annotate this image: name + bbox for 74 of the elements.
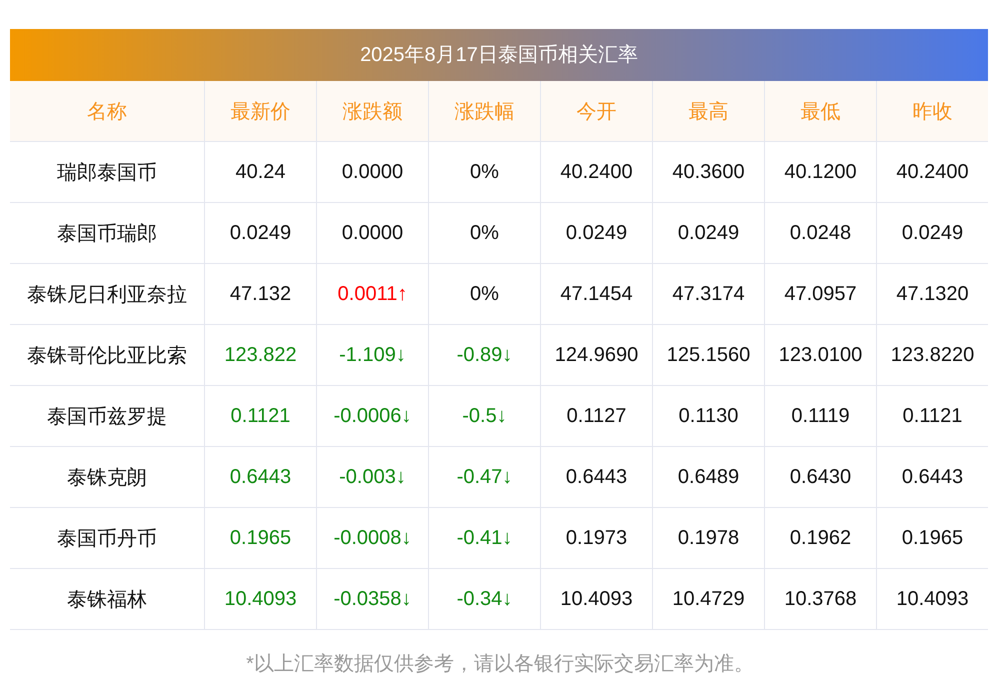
table-cell: 124.9690: [541, 325, 653, 385]
table-cell: -0.89↓: [429, 325, 541, 385]
table-cell: 0.0000: [317, 203, 429, 263]
table-cell: 0%: [429, 203, 541, 263]
table-cell-text: 0.1965: [900, 526, 964, 550]
table-cell: 泰铢福林: [10, 569, 205, 629]
table-cell: 47.0957: [765, 264, 877, 324]
table-cell: 0.1130: [653, 386, 765, 446]
table-cell: 0.0000: [317, 142, 429, 202]
table-cell: 0.0249: [653, 203, 765, 263]
table-cell: 0.0248: [765, 203, 877, 263]
table-cell: 40.1200: [765, 142, 877, 202]
table-cell: 40.2400: [541, 142, 653, 202]
table-cell: 47.3174: [653, 264, 765, 324]
column-header: 涨跌额: [317, 81, 429, 141]
table-cell: 0.1121: [205, 386, 317, 446]
column-header: 今开: [541, 81, 653, 141]
footnote: *以上汇率数据仅供参考，请以各银行实际交易汇率为准。: [245, 652, 755, 677]
table-cell: 0.1127: [541, 386, 653, 446]
table-cell: -0.0358↓: [317, 569, 429, 629]
table-cell: 0.1978: [653, 508, 765, 568]
table-cell: 0%: [429, 142, 541, 202]
table-cell: 10.4093: [541, 569, 653, 629]
column-header: 名称: [10, 81, 205, 141]
table-cell: -0.0006↓: [317, 386, 429, 446]
table-cell: 10.3768: [765, 569, 877, 629]
table-cell: 泰铢哥伦比亚比索: [10, 325, 205, 385]
table-cell: -0.0008↓: [317, 508, 429, 568]
table-cell: 0.6443: [541, 447, 653, 507]
table-cell: 40.24: [205, 142, 317, 202]
table-cell: 泰国币瑞郎: [10, 203, 205, 263]
table-cell-text: 10.4093: [895, 586, 970, 612]
table-cell: 40.3600: [653, 142, 765, 202]
table-cell-text: 0.6443: [900, 464, 964, 490]
table-cell: -0.003↓: [317, 447, 429, 507]
table-cell: -1.109↓: [317, 325, 429, 385]
table-cell: 125.1560: [653, 325, 765, 385]
table-cell: 0.6489: [653, 447, 765, 507]
table-cell: -0.34↓: [429, 569, 541, 629]
table-title: 2025年8月17日泰国币相关汇率: [10, 29, 988, 81]
table-cell: 泰国币兹罗提: [10, 386, 205, 446]
table-cell: 123.0100: [765, 325, 877, 385]
table-cell: 47.1454: [541, 264, 653, 324]
table-cell: -0.5↓: [429, 386, 541, 446]
table-cell: -0.47↓: [429, 447, 541, 507]
table-cell-text: 47.1320: [895, 282, 970, 306]
column-header: 涨跌幅: [429, 81, 541, 141]
table-cell: 泰铢尼日利亚奈拉: [10, 264, 205, 324]
table-cell: 0.6443: [205, 447, 317, 507]
table-cell: 0.1973: [541, 508, 653, 568]
column-header: 最高: [653, 81, 765, 141]
column-header: 昨收: [912, 100, 954, 124]
table-cell: 10.4729: [653, 569, 765, 629]
table-cell: 瑞郎泰国币: [10, 142, 205, 202]
table-cell-text: 0.0249: [900, 220, 964, 246]
table-cell: -0.41↓: [429, 508, 541, 568]
table-cell: 0.1965: [205, 508, 317, 568]
table-cell: 0.1962: [765, 508, 877, 568]
table-cell-text: 0.1121: [902, 404, 964, 428]
table-cell: 0.0011↑: [317, 264, 429, 324]
table-cell: 0.0249: [541, 203, 653, 263]
table-cell: 123.822: [205, 325, 317, 385]
table-cell: 0.0249: [205, 203, 317, 263]
table-cell: 泰国币丹币: [10, 508, 205, 568]
table-cell: 10.4093: [205, 569, 317, 629]
table-cell-text: 123.8220: [890, 342, 976, 368]
table-cell: 0.6430: [765, 447, 877, 507]
table-cell: 0.1119: [765, 386, 877, 446]
table-cell: 0%: [429, 264, 541, 324]
column-header: 最低: [765, 81, 877, 141]
table-cell: 47.132: [205, 264, 317, 324]
table-cell: 泰铢克朗: [10, 447, 205, 507]
table-cell-text: 40.2400: [895, 160, 970, 184]
column-header: 最新价: [205, 81, 317, 141]
